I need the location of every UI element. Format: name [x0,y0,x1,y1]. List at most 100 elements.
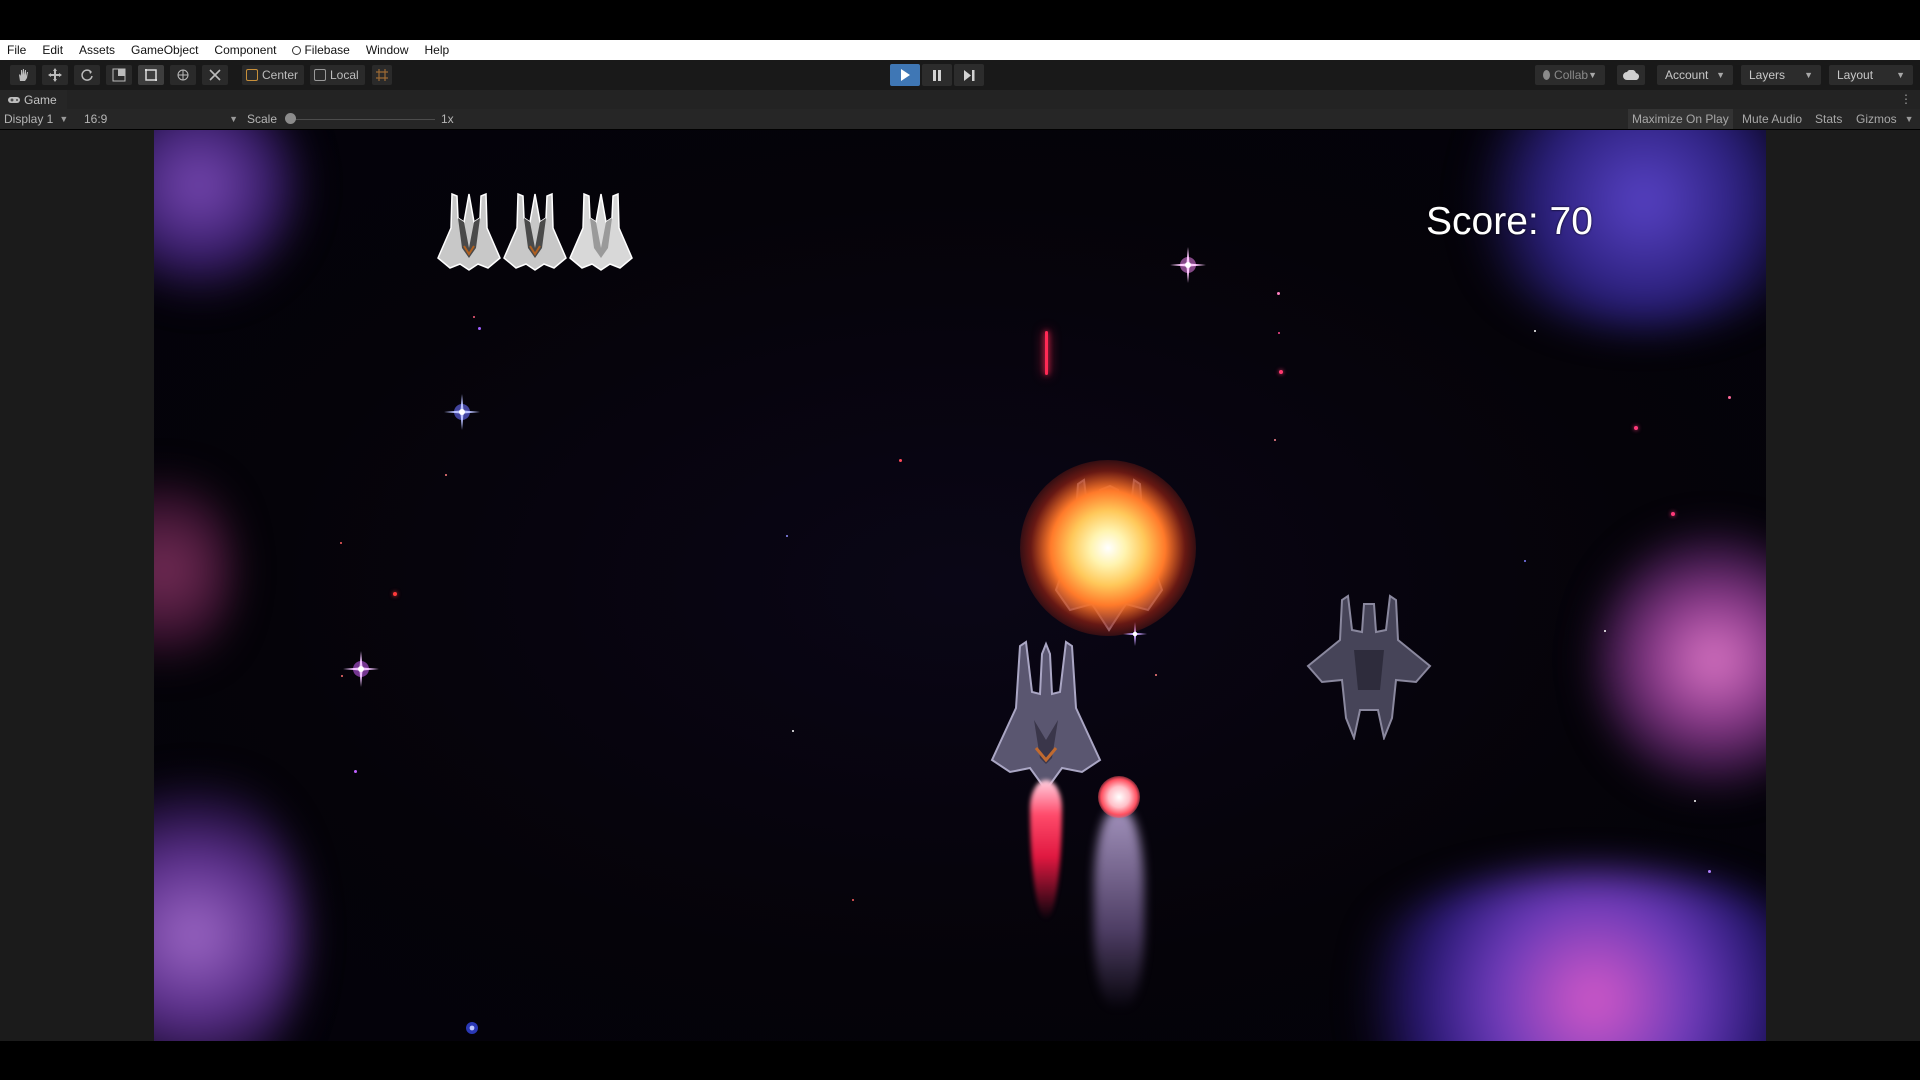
step-icon [963,69,974,81]
window-tab-bar: Game ⋮ [0,90,1920,109]
gamepad-icon [8,96,20,103]
aspect-label: 16:9 [84,112,108,126]
menu-window[interactable]: Window [358,40,417,60]
mute-audio-toggle[interactable]: Mute Audio [1738,109,1806,129]
step-button[interactable] [954,64,984,86]
cloud-button[interactable] [1617,65,1645,85]
chevron-down-icon: ▼ [1716,70,1725,80]
star [1671,512,1675,516]
layers-label: Layers [1749,68,1786,82]
play-button[interactable] [890,64,920,86]
laser-projectile [1045,331,1048,375]
menu-help[interactable]: Help [417,40,458,60]
star [1524,560,1526,562]
menu-filebase[interactable]: Filebase [284,40,357,60]
hand-tool-button[interactable] [10,65,36,85]
move-tool-button[interactable] [42,65,68,85]
scale-slider-track[interactable] [290,119,435,120]
chevron-down-icon: ▼ [1904,114,1914,124]
main-toolbar: Center Local Collab ▼ Account ▼ Layers ▼… [0,60,1920,90]
move-icon [48,68,62,82]
rotate-icon [81,69,93,81]
pause-button[interactable] [922,64,952,86]
menu-gameobject[interactable]: GameObject [123,40,206,60]
twinkle-star [466,1022,478,1034]
rotate-tool-button[interactable] [74,65,100,85]
twinkle-star [343,651,379,687]
menu-bar: File Edit Assets GameObject Component Fi… [0,40,1920,60]
star [478,327,481,330]
star [1274,439,1276,441]
pivot-mode-label: Center [262,68,299,82]
scale-slider-handle[interactable] [285,113,296,124]
star [899,459,902,462]
star [393,592,397,596]
star [792,730,794,732]
player-thruster-flame [1030,780,1062,920]
stats-toggle[interactable]: Stats [1811,109,1846,129]
scale-tool-button[interactable] [106,65,132,85]
star [852,899,854,901]
menu-filebase-label: Filebase [304,43,350,57]
menu-component[interactable]: Component [206,40,284,60]
life-ship-icon [503,192,567,271]
nebula-bottom-right [1334,870,1766,1041]
more-options-icon[interactable]: ⋮ [1900,92,1912,106]
menu-file[interactable]: File [0,40,34,60]
layout-dropdown[interactable]: Layout ▼ [1829,65,1913,85]
chevron-down-icon: ▼ [1804,70,1813,80]
star [786,535,788,537]
star [1728,396,1731,399]
star [1634,426,1638,430]
nebula-bottom-left [154,770,304,1041]
right-panel [1766,130,1920,1041]
star [1534,330,1536,332]
chevron-down-icon: ▼ [1896,70,1905,80]
nebula-mid-left [154,460,234,680]
left-panel [0,130,154,1041]
letterbox-bottom [0,1041,1920,1080]
transform-icon [177,69,189,81]
star [1604,630,1606,632]
rect-tool-button[interactable] [138,65,164,85]
menu-assets[interactable]: Assets [71,40,123,60]
explosion [1020,460,1196,636]
hand-icon [19,69,28,81]
enemy-ship [1306,594,1432,740]
gizmos-label: Gizmos [1856,112,1897,126]
display-dropdown[interactable]: Display 1 ▼ [4,109,78,129]
scale-label: Scale [247,112,278,126]
account-dropdown[interactable]: Account ▼ [1657,65,1733,85]
pivot-icon [246,69,258,81]
life-ship-icon [569,192,633,271]
star [1277,292,1280,295]
scale-icon [112,68,126,82]
grid-icon [376,69,388,81]
letterbox-top [0,0,1920,40]
menu-edit[interactable]: Edit [34,40,71,60]
chevron-down-icon: ▼ [59,114,69,124]
tab-game[interactable]: Game [0,90,67,109]
chevron-down-icon: ▼ [1588,70,1597,80]
cloud-icon [1623,70,1639,80]
pause-icon [933,69,941,81]
star [445,474,447,476]
nebula-top-left [154,130,304,300]
score-label: Score: 70 [1426,200,1593,243]
pivot-center-button[interactable]: Center [242,65,305,85]
collab-dropdown[interactable]: Collab ▼ [1535,65,1605,85]
game-viewport[interactable]: Score: 70 [154,130,1766,1041]
custom-tool-button[interactable] [202,65,228,85]
gizmos-dropdown[interactable]: Gizmos ▼ [1852,109,1918,129]
aspect-dropdown[interactable]: 16:9 ▼ [84,109,238,129]
play-icon [901,69,910,81]
grid-snap-button[interactable] [372,65,392,85]
maximize-on-play-toggle[interactable]: Maximize On Play [1628,109,1733,129]
life-ship-icon [437,192,501,271]
star [1155,674,1157,676]
missile-smoke-trail [1094,810,1144,1010]
pivot-local-button[interactable]: Local [310,65,365,85]
transform-tool-button[interactable] [170,65,196,85]
layers-dropdown[interactable]: Layers ▼ [1741,65,1821,85]
cube-icon [314,69,326,81]
